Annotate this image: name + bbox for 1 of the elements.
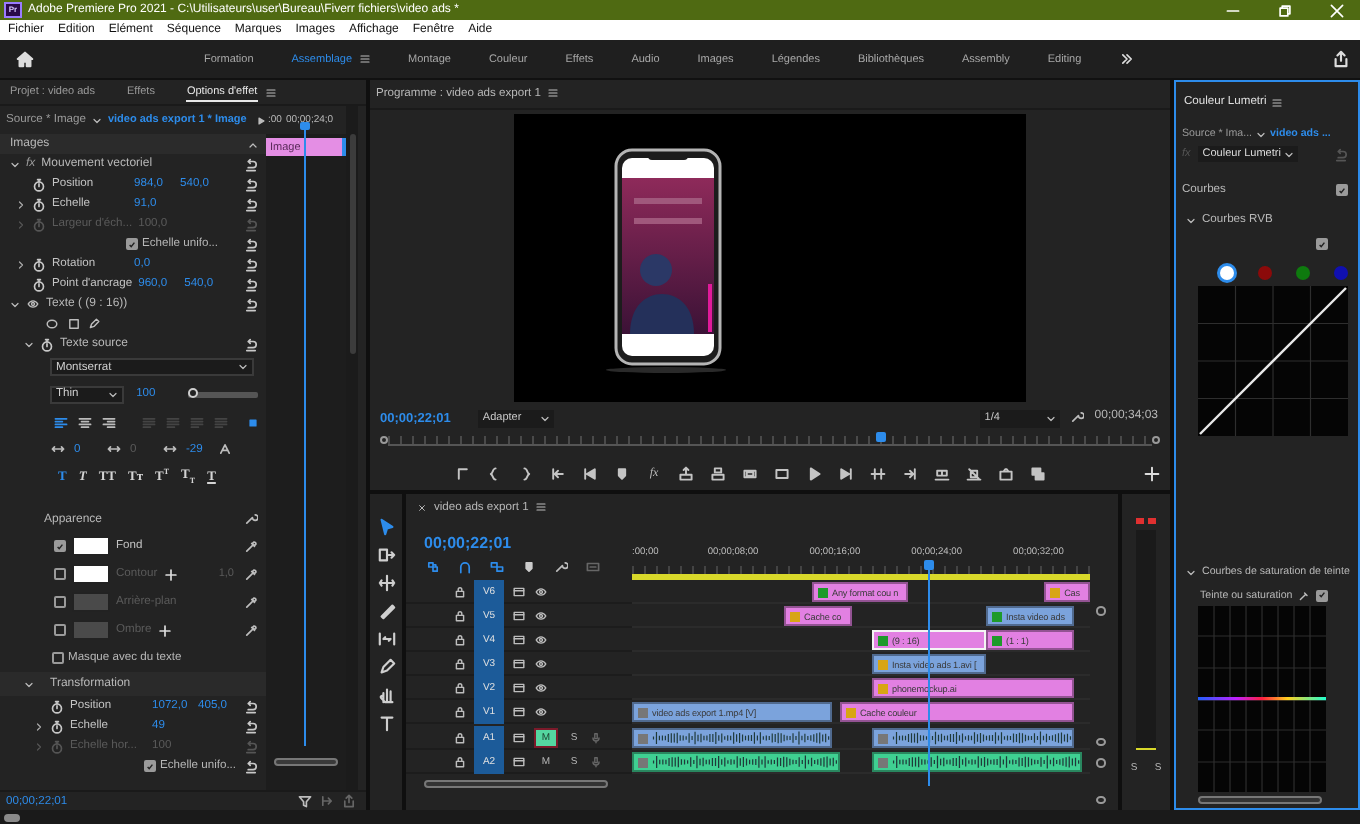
timecode[interactable]: 00;00;22;01: [424, 534, 512, 552]
